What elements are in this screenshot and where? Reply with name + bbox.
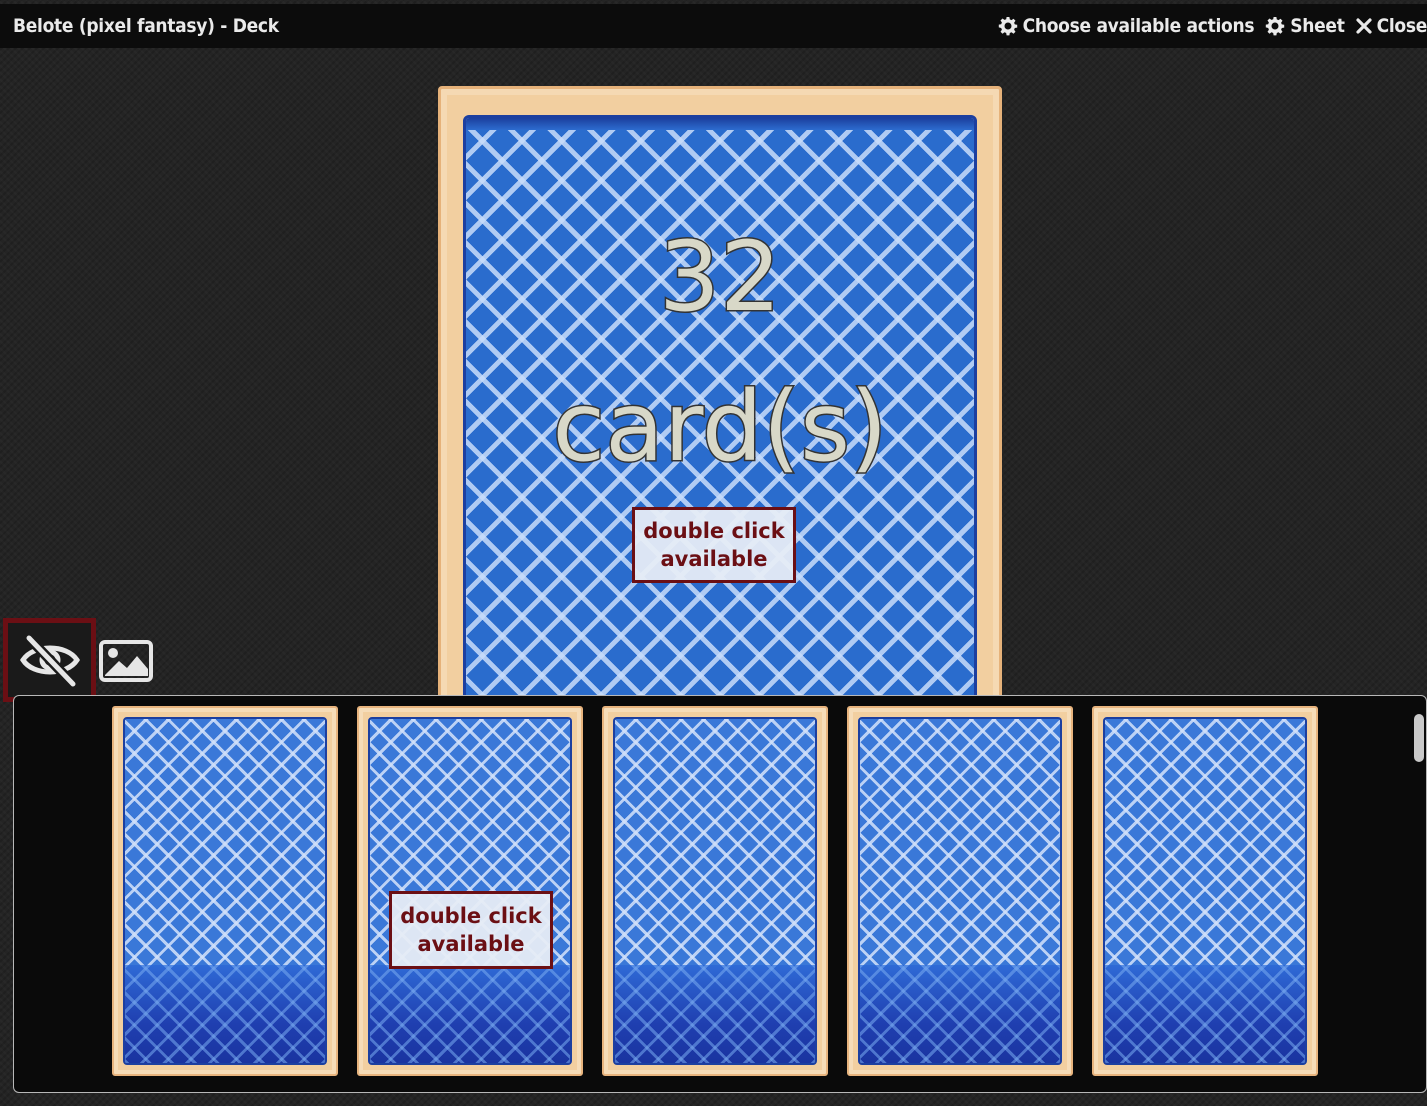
close-icon bbox=[1355, 18, 1372, 34]
choose-actions-button[interactable]: Choose available actions bbox=[998, 15, 1255, 37]
hand-card[interactable] bbox=[602, 706, 828, 1076]
gear-icon bbox=[998, 17, 1017, 36]
close-label: Close bbox=[1376, 15, 1427, 37]
image-view-button[interactable] bbox=[99, 640, 153, 682]
hand-double-click-hint: double click available bbox=[389, 891, 553, 969]
toggle-visibility-button[interactable] bbox=[3, 618, 96, 702]
gear-icon bbox=[1266, 17, 1285, 36]
hint-line-2: available bbox=[417, 932, 525, 956]
deck-card-count: 32 bbox=[657, 221, 782, 333]
image-icon bbox=[99, 640, 153, 682]
sheet-button[interactable]: Sheet bbox=[1265, 15, 1345, 37]
title-actions: Choose available actions Sheet Close bbox=[998, 15, 1427, 37]
hint-line-2: available bbox=[660, 547, 768, 571]
eye-slash-icon bbox=[19, 633, 80, 688]
deck-pile[interactable]: 32 card(s) bbox=[438, 86, 1002, 726]
hand-panel bbox=[13, 695, 1427, 1093]
card-back-pattern bbox=[613, 717, 817, 1065]
hand-scrollbar[interactable] bbox=[1414, 714, 1424, 762]
hand-card[interactable] bbox=[112, 706, 338, 1076]
hint-line-1: double click bbox=[400, 903, 542, 928]
deck-card-unit: card(s) bbox=[551, 371, 889, 483]
card-back-pattern bbox=[1103, 717, 1307, 1065]
hand-card[interactable] bbox=[1092, 706, 1318, 1076]
choose-actions-label: Choose available actions bbox=[1022, 15, 1255, 37]
card-back-pattern bbox=[123, 717, 327, 1065]
window-title: Belote (pixel fantasy) - Deck bbox=[13, 15, 279, 37]
card-back-pattern bbox=[858, 717, 1062, 1065]
sheet-label: Sheet bbox=[1290, 15, 1345, 37]
close-button[interactable]: Close bbox=[1355, 15, 1427, 37]
deck-double-click-hint: double click available bbox=[632, 507, 796, 583]
title-bar: Belote (pixel fantasy) - Deck Choose ava… bbox=[0, 4, 1427, 48]
hand-card[interactable] bbox=[847, 706, 1073, 1076]
hint-line-1: double click bbox=[643, 518, 785, 543]
